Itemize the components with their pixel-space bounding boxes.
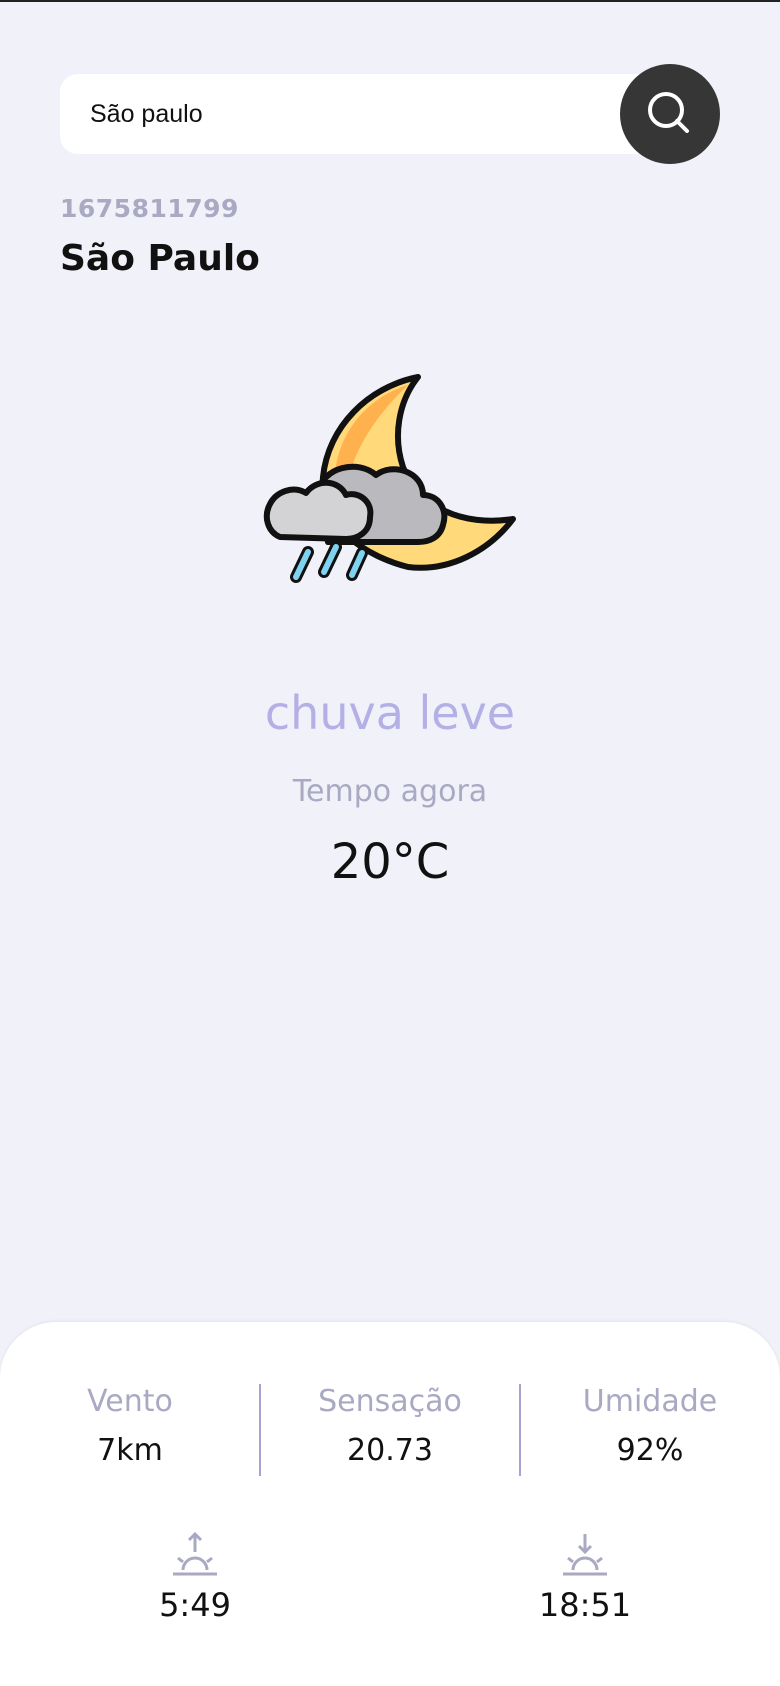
- sunset-time: 18:51: [538, 1586, 632, 1624]
- temperature: 20°C: [330, 834, 450, 890]
- search-icon: [648, 92, 689, 133]
- humidity-label: Umidade: [582, 1384, 718, 1419]
- sunrise-time: 5:49: [159, 1586, 231, 1624]
- feels-like-label: Sensação: [318, 1384, 462, 1419]
- wind-stat: Vento 7km: [0, 1384, 260, 1468]
- feels-like-stat: Sensação 20.73: [260, 1384, 520, 1468]
- wind-label: Vento: [87, 1384, 173, 1419]
- sunset-icon: [563, 1534, 607, 1576]
- timestamp: 1675811799: [60, 194, 239, 223]
- search-input[interactable]: [90, 74, 610, 154]
- humidity-value: 92%: [616, 1433, 684, 1468]
- current-time-label: Tempo agora: [292, 774, 488, 809]
- sunrise: 5:49: [105, 1530, 285, 1624]
- feels-like-value: 20.73: [347, 1433, 433, 1468]
- sunset: 18:51: [495, 1530, 675, 1624]
- weather-app: 1675811799 São Paulo chuva leve Tempo ag…: [0, 0, 780, 1686]
- search-bar: [60, 74, 660, 154]
- humidity-stat: Umidade 92%: [520, 1384, 780, 1468]
- city-name: São Paulo: [60, 238, 260, 279]
- details-card: Vento 7km Sensação 20.73 Umidade 92% 5:4…: [0, 1322, 780, 1686]
- sunrise-icon: [173, 1531, 217, 1576]
- weather-condition: chuva leve: [264, 686, 516, 740]
- wind-value: 7km: [97, 1433, 163, 1468]
- search-button[interactable]: [620, 64, 720, 164]
- moon-cloud-rain-icon: [263, 374, 516, 583]
